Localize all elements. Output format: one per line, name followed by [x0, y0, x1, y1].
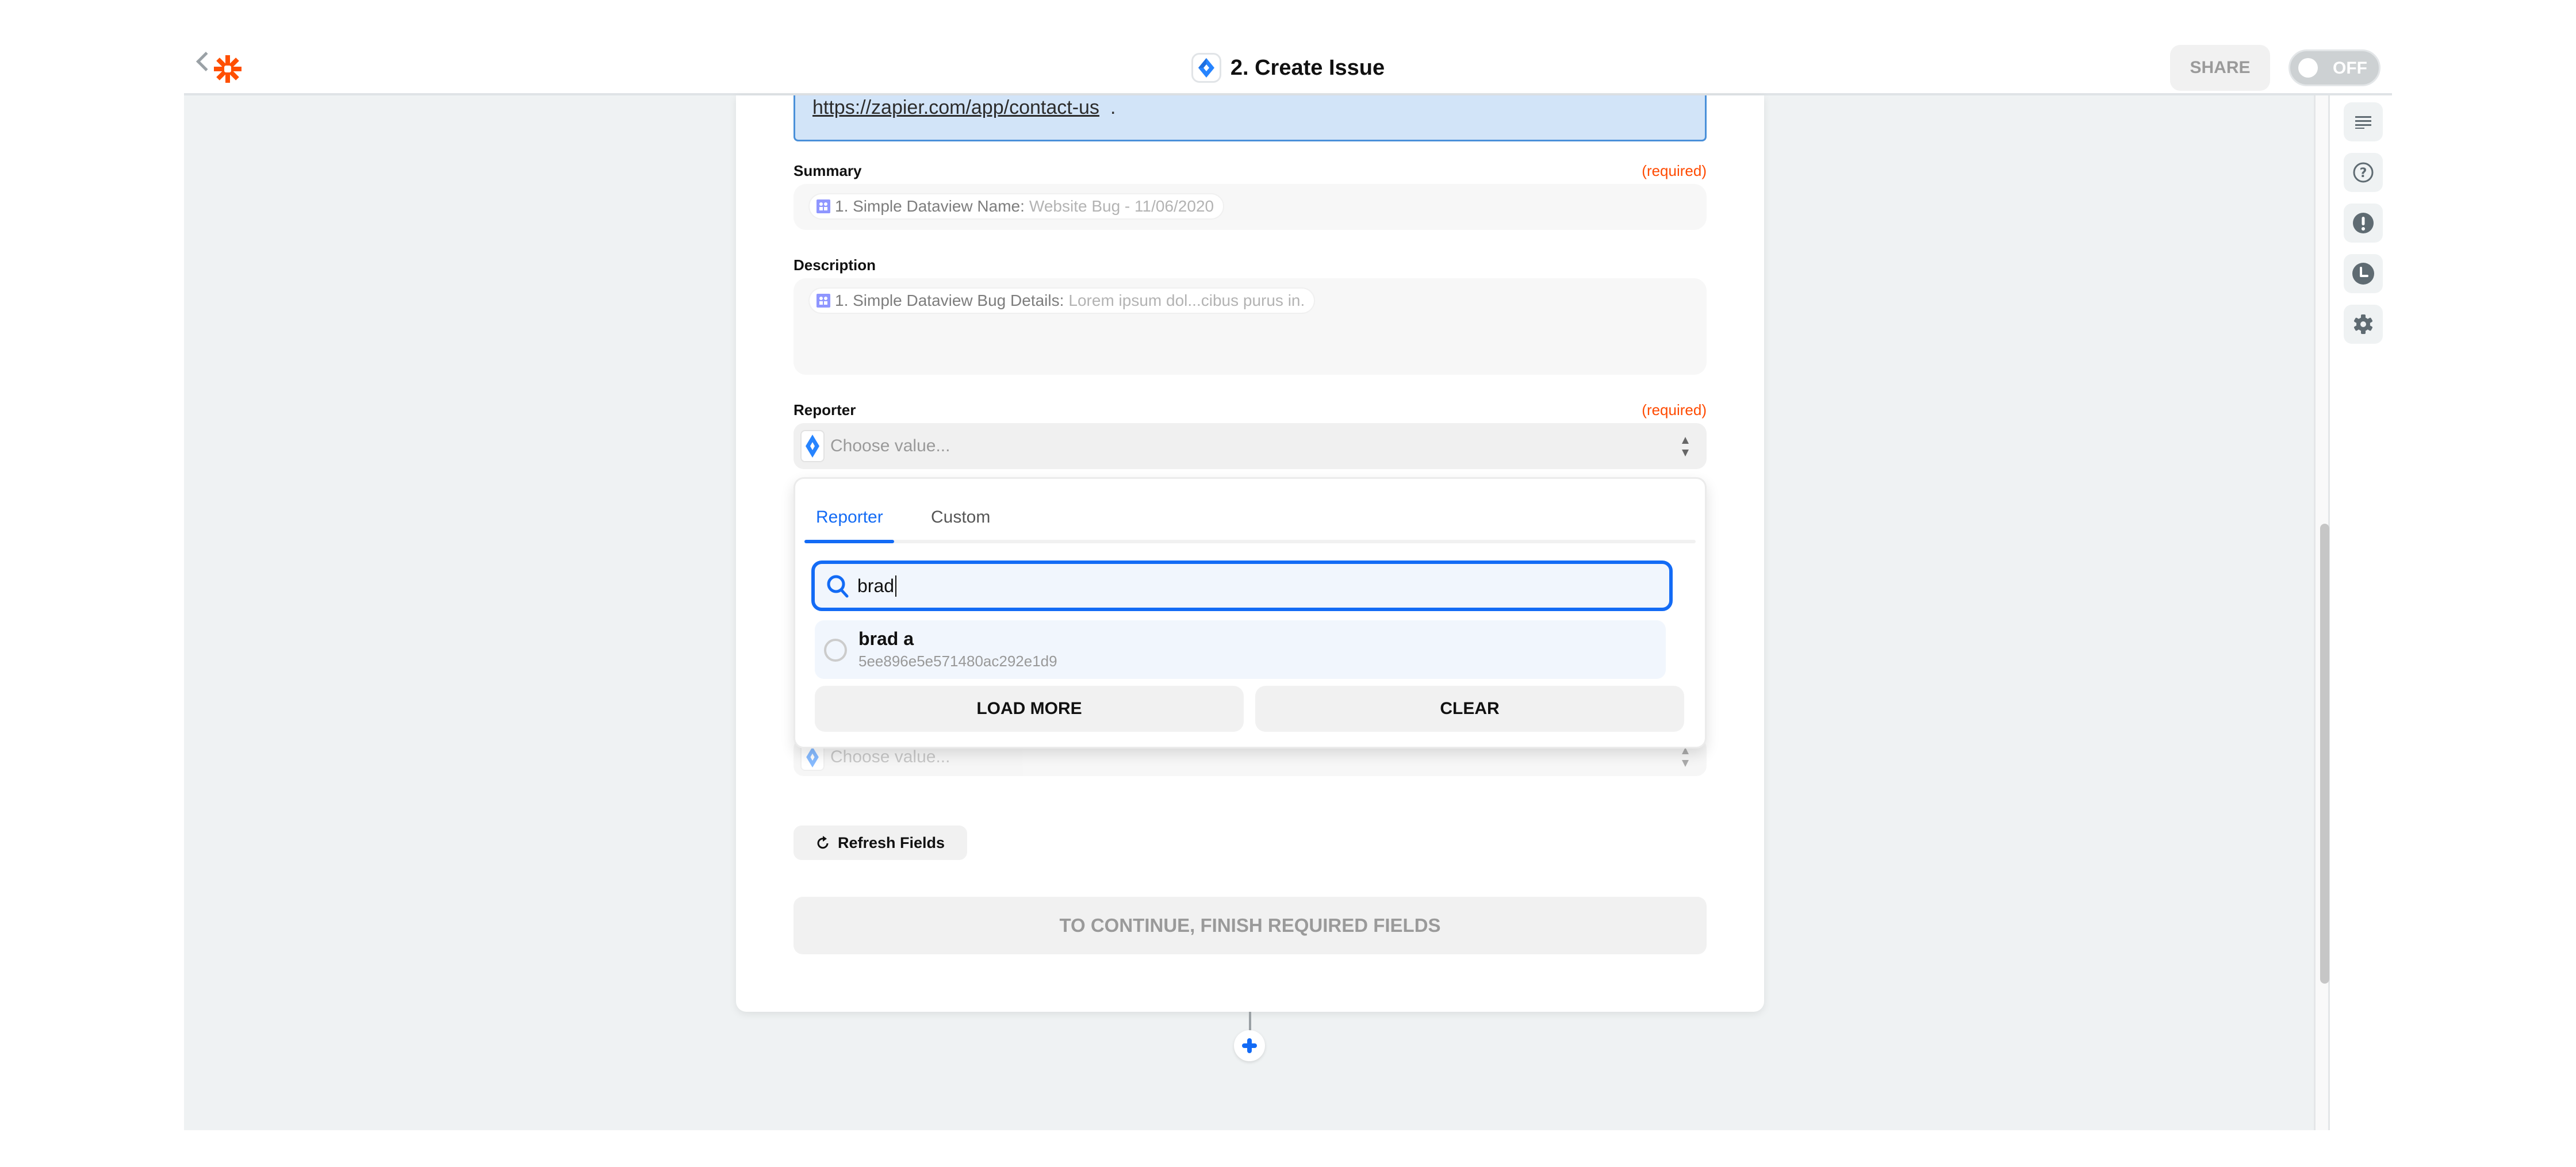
active-tab-indicator — [804, 540, 894, 543]
reporter-dropdown: Reporter Custom brad brad a 5ee896e5e571… — [793, 477, 1707, 748]
right-sidebar: ? — [2330, 95, 2392, 1130]
description-field[interactable]: 1. Simple Dataview Bug Details: Lorem ip… — [793, 278, 1707, 375]
reporter-search-input[interactable]: brad — [811, 561, 1673, 611]
add-step-button[interactable] — [1234, 1030, 1265, 1061]
share-button[interactable]: SHARE — [2170, 45, 2270, 91]
step-connector-line — [1249, 1012, 1251, 1031]
zap-on-off-toggle[interactable]: OFF — [2288, 49, 2380, 86]
toggle-label: OFF — [2333, 59, 2367, 78]
step-title-text: 2. Create Issue — [1230, 55, 1385, 80]
contact-us-link-text[interactable]: https://zapier.com/app/contact-us — [812, 97, 1099, 118]
search-input-value[interactable]: brad — [857, 575, 897, 597]
search-icon — [827, 575, 849, 598]
option-name: brad a — [858, 628, 914, 649]
description-label: Description — [793, 256, 876, 274]
reporter-select-placeholder: Choose value... — [830, 436, 950, 455]
reporter-required-tag: (required) — [1642, 401, 1707, 419]
top-header: 2. Create Issue SHARE OFF — [184, 0, 2392, 95]
info-trailing: . — [1110, 97, 1116, 118]
tab-reporter[interactable]: Reporter — [816, 508, 883, 527]
pill-value: Lorem ipsum dol...cibus purus in. — [1068, 291, 1305, 309]
svg-text:?: ? — [2360, 166, 2367, 181]
select-arrows-icon — [1682, 747, 1689, 767]
refresh-fields-button[interactable]: Refresh Fields — [793, 826, 967, 860]
tab-underline-track — [804, 540, 1696, 543]
hidden-select-placeholder: Choose value... — [830, 747, 950, 766]
clear-button[interactable]: CLEAR — [1255, 686, 1684, 732]
canvas-scrollbar[interactable] — [2314, 95, 2330, 1130]
jira-app-icon — [800, 430, 825, 462]
load-more-button[interactable]: LOAD MORE — [815, 686, 1244, 732]
summary-field[interactable]: 1. Simple Dataview Name: Website Bug - 1… — [793, 184, 1707, 230]
toggle-knob — [2298, 58, 2318, 78]
summary-mapped-pill[interactable]: 1. Simple Dataview Name: Website Bug - 1… — [808, 193, 1225, 220]
gear-icon — [2354, 314, 2372, 334]
continue-button[interactable]: TO CONTINUE, FINISH REQUIRED FIELDS — [793, 897, 1707, 954]
reporter-select[interactable]: Choose value... — [793, 423, 1707, 469]
info-box: https://zapier.com/app/contact-us . — [793, 95, 1707, 141]
tab-custom[interactable]: Custom — [931, 508, 990, 527]
pill-value: Website Bug - 11/06/2020 — [1029, 197, 1214, 215]
jira-app-icon — [1191, 53, 1221, 83]
list-item[interactable]: brad a 5ee896e5e571480ac292e1d9 — [815, 620, 1666, 679]
dataview-app-icon — [816, 294, 830, 308]
settings-button[interactable] — [2344, 305, 2383, 344]
help-circle-icon: ? — [2353, 162, 2374, 183]
alerts-button[interactable] — [2344, 204, 2383, 243]
pill-key: 1. Simple Dataview Bug Details: — [835, 291, 1064, 309]
help-button[interactable]: ? — [2344, 153, 2383, 192]
pill-key: 1. Simple Dataview Name: — [835, 197, 1025, 215]
option-radio[interactable] — [824, 639, 847, 662]
history-button[interactable] — [2344, 254, 2383, 293]
select-arrows-icon — [1682, 437, 1689, 456]
contact-us-link[interactable]: https://zapier.com/app/contact-us — [812, 97, 1099, 119]
plus-icon — [1242, 1038, 1257, 1053]
reporter-label: Reporter — [793, 401, 856, 419]
alert-icon — [2353, 213, 2374, 233]
clock-icon — [2352, 263, 2374, 285]
description-mapped-pill[interactable]: 1. Simple Dataview Bug Details: Lorem ip… — [808, 287, 1316, 314]
summary-required-tag: (required) — [1642, 162, 1707, 179]
dataview-app-icon — [816, 199, 830, 213]
step-title: 2. Create Issue — [184, 53, 2392, 83]
details-lines-icon — [2355, 116, 2371, 129]
scrollbar-thumb[interactable] — [2320, 524, 2329, 984]
refresh-fields-label: Refresh Fields — [837, 834, 945, 851]
summary-label: Summary — [793, 162, 862, 179]
details-button[interactable] — [2344, 102, 2383, 141]
refresh-icon — [817, 836, 829, 849]
option-id: 5ee896e5e571480ac292e1d9 — [858, 652, 1057, 670]
